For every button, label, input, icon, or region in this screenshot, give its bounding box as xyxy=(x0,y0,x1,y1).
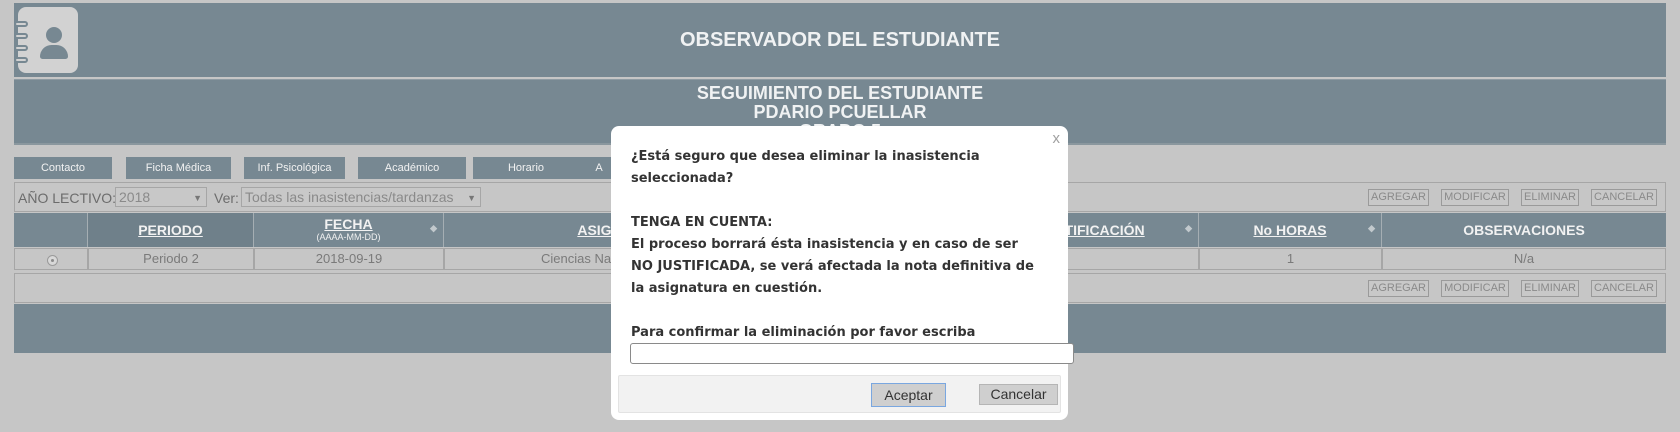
view-label: Ver: xyxy=(214,190,239,206)
page-title: OBSERVADOR DEL ESTUDIANTE xyxy=(679,29,1001,51)
dialog-note-body: El proceso borrará ésta inasistencia y e… xyxy=(631,237,1034,296)
cell-observaciones: N/a xyxy=(1382,248,1666,270)
add-button[interactable]: AGREGAR xyxy=(1368,189,1429,206)
chevron-down-icon: ▼ xyxy=(193,193,202,203)
close-icon[interactable]: x xyxy=(1053,130,1061,147)
tab-horario[interactable]: Horario xyxy=(473,157,579,179)
cell-periodo: Periodo 2 xyxy=(88,248,254,270)
dialog-message: ¿Está seguro que desea eliminar la inasi… xyxy=(631,146,1041,366)
sort-icon: ◆ xyxy=(1368,223,1375,233)
delete-button-bottom[interactable]: ELIMINAR xyxy=(1521,280,1579,297)
chevron-down-icon: ▼ xyxy=(467,193,476,203)
accept-button[interactable]: Aceptar xyxy=(871,383,946,407)
cell-horas: 1 xyxy=(1199,248,1382,270)
dialog-cancel-button[interactable]: Cancelar xyxy=(979,384,1058,405)
cancel-button[interactable]: CANCELAR xyxy=(1591,189,1657,206)
add-button-bottom[interactable]: AGREGAR xyxy=(1368,280,1429,297)
modify-button[interactable]: MODIFICAR xyxy=(1441,189,1509,206)
dialog-note-title: TENGA EN CUENTA: xyxy=(631,215,773,230)
tab-academico[interactable]: Académico xyxy=(358,157,466,179)
column-horas[interactable]: No HORAS ◆ xyxy=(1199,213,1382,247)
sort-icon: ◆ xyxy=(1185,223,1192,233)
tab-contacto[interactable]: Contacto xyxy=(14,157,112,179)
year-select[interactable]: 2018 ▼ xyxy=(115,187,207,207)
cancel-button-bottom[interactable]: CANCELAR xyxy=(1591,280,1657,297)
column-observaciones: OBSERVACIONES xyxy=(1382,213,1666,247)
delete-button[interactable]: ELIMINAR xyxy=(1521,189,1579,206)
delete-confirm-dialog: x ¿Está seguro que desea eliminar la ina… xyxy=(611,126,1074,420)
year-label: AÑO LECTIVO: xyxy=(18,190,117,206)
column-select xyxy=(14,213,88,247)
tab-ficha-medica[interactable]: Ficha Médica xyxy=(126,157,231,179)
cell-fecha: 2018-09-19 xyxy=(254,248,444,270)
dialog-question: ¿Está seguro que desea eliminar la inasi… xyxy=(631,149,980,186)
student-name: PDARIO PCUELLAR xyxy=(753,102,927,122)
section-title: SEGUIMIENTO DEL ESTUDIANTE xyxy=(696,83,984,103)
view-select[interactable]: Todas las inasistencias/tardanzas ▼ xyxy=(241,187,481,207)
confirm-text-input[interactable] xyxy=(630,343,1074,364)
modify-button-bottom[interactable]: MODIFICAR xyxy=(1441,280,1509,297)
tab-inf-psicologica[interactable]: Inf. Psicológica xyxy=(244,157,345,179)
top-header: OBSERVADOR DEL ESTUDIANTE xyxy=(14,3,1666,77)
dialog-footer: Aceptar Cancelar xyxy=(618,375,1061,413)
row-select-radio[interactable] xyxy=(14,248,88,270)
